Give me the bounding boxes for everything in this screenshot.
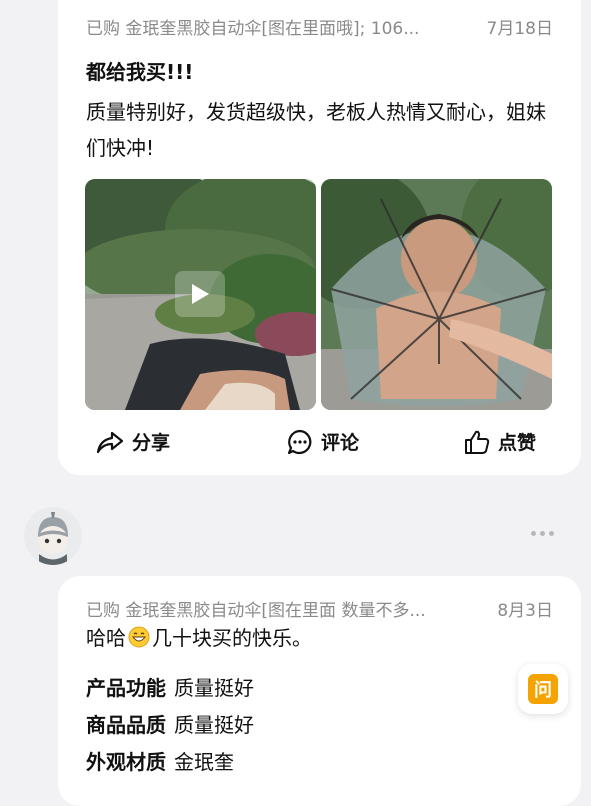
attribute-row: 商品品质 质量挺好: [86, 709, 254, 738]
product-name: 金珉奎黑胶自动伞[图在里面哦]; 106...: [125, 19, 420, 39]
umbrella-photo: [321, 179, 552, 410]
review-photo-umbrella[interactable]: [321, 179, 552, 410]
like-label: 点赞: [498, 432, 537, 454]
product-info[interactable]: 已购 金珉奎黑胶自动伞[图在里面 数量不多...: [86, 596, 426, 621]
ask-question-button[interactable]: 问: [518, 664, 568, 714]
review-card-1: 已购 金珉奎黑胶自动伞[图在里面哦]; 106... 7月18日 都给我买!!!…: [58, 0, 581, 475]
review-date: 7月18日: [486, 19, 553, 39]
attribute-key: 外观材质: [86, 750, 166, 774]
attribute-value: 质量挺好: [174, 676, 254, 700]
product-info[interactable]: 已购 金珉奎黑胶自动伞[图在里面哦]; 106...: [86, 14, 419, 39]
review-meta[interactable]: 已购 金珉奎黑胶自动伞[图在里面哦]; 106... 7月18日: [86, 14, 553, 39]
comment-icon: [287, 429, 312, 454]
grin-emoji-icon: [128, 626, 150, 647]
ask-icon: 问: [528, 674, 558, 704]
review-card-2: 已购 金珉奎黑胶自动伞[图在里面 数量不多... 8月3日 哈哈 几十块买的快乐…: [58, 576, 581, 806]
share-label: 分享: [132, 432, 171, 454]
review-text: 质量特别好，发货超级快，老板人热情又耐心，姐妹们快冲!: [86, 100, 546, 160]
avatar[interactable]: [24, 507, 82, 565]
share-button[interactable]: 分享: [96, 428, 170, 455]
review-title: 都给我买!!!: [86, 60, 194, 84]
action-bar: 分享 评论 点赞: [58, 428, 581, 462]
attribute-key: 产品功能: [86, 676, 166, 700]
attribute-value: 金珉奎: [174, 750, 234, 774]
ask-label: 问: [534, 680, 552, 701]
thumbs-up-icon: [465, 430, 490, 454]
reviewer-avatar-image: [24, 507, 82, 565]
attribute-key: 商品品质: [86, 713, 166, 737]
review-date: 8月3日: [497, 601, 553, 621]
review-video-thumbnail[interactable]: [85, 179, 316, 410]
review-text: 哈哈 几十块买的快乐。: [86, 622, 312, 651]
product-name: 金珉奎黑胶自动伞[图在里面 数量不多...: [125, 601, 426, 621]
play-icon: [192, 284, 209, 304]
attribute-row: 产品功能 质量挺好: [86, 672, 254, 701]
like-button[interactable]: 点赞: [464, 428, 536, 455]
review-text-after: 几十块买的快乐。: [152, 626, 312, 650]
comment-label: 评论: [321, 432, 360, 454]
attribute-row: 外观材质 金珉奎: [86, 746, 234, 775]
comment-button[interactable]: 评论: [287, 428, 359, 455]
share-icon: [96, 431, 124, 453]
review-text-before: 哈哈: [86, 626, 126, 650]
purchased-label: 已购: [86, 19, 120, 39]
attribute-value: 质量挺好: [174, 713, 254, 737]
play-button[interactable]: [175, 271, 225, 317]
review-meta[interactable]: 已购 金珉奎黑胶自动伞[图在里面 数量不多... 8月3日: [86, 596, 553, 621]
purchased-label: 已购: [86, 601, 120, 621]
more-icon[interactable]: [531, 526, 557, 540]
